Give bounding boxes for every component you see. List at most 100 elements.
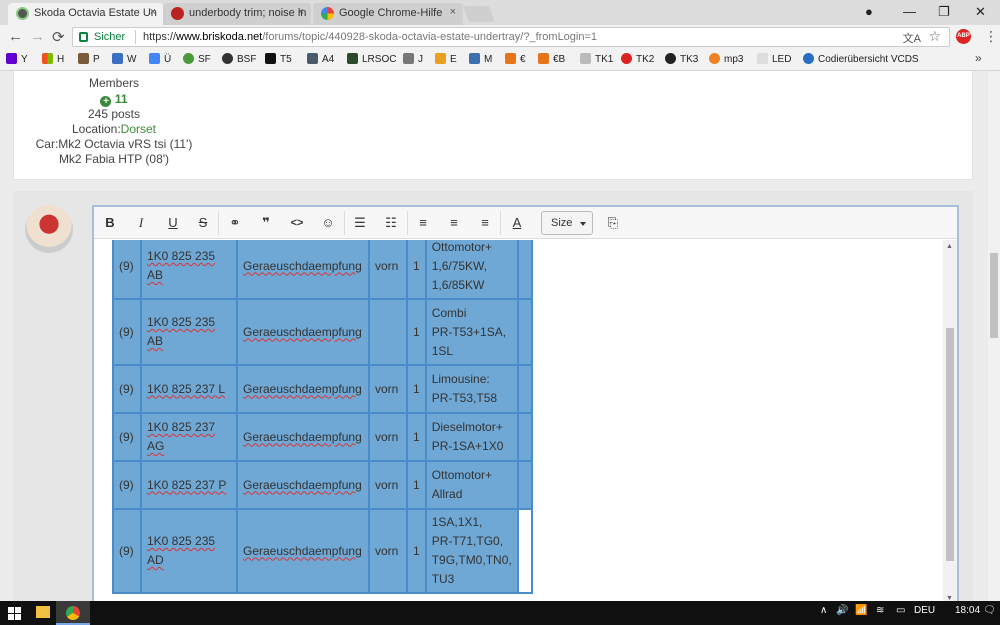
- new-tab-button[interactable]: [463, 6, 495, 22]
- post-count: 245 posts: [87, 107, 141, 121]
- chrome-menu-icon[interactable]: ⋮: [984, 28, 998, 45]
- chrome-icon: [66, 606, 80, 620]
- bookmark-euro[interactable]: €: [505, 53, 526, 65]
- mp3-icon: [709, 53, 720, 64]
- text-color-icon[interactable]: A: [508, 214, 526, 232]
- bookmark-y[interactable]: Y: [6, 53, 28, 65]
- more-bookmarks-button[interactable]: »: [975, 51, 982, 65]
- font-size-label: Size: [551, 217, 573, 229]
- bookmark-star-icon[interactable]: ☆: [928, 28, 941, 45]
- close-window-button[interactable]: ✕: [975, 4, 986, 20]
- power-icon[interactable]: ▭: [896, 605, 905, 616]
- emoji-icon[interactable]: ☺: [319, 214, 337, 232]
- url-text[interactable]: https://www.briskoda.net/forums/topic/44…: [143, 31, 597, 43]
- preview-icon[interactable]: ⎘: [604, 214, 622, 232]
- back-button[interactable]: ←: [8, 28, 23, 45]
- network-icon[interactable]: 📶: [855, 605, 867, 616]
- align-center-icon[interactable]: ≡: [445, 214, 463, 232]
- bookmark-e[interactable]: E: [435, 53, 457, 65]
- bookmark-p[interactable]: P: [78, 53, 100, 65]
- close-tab-icon[interactable]: ×: [150, 6, 156, 18]
- strikethrough-button[interactable]: S: [194, 214, 212, 232]
- position-cell: vorn: [368, 240, 408, 300]
- part-number-cell: 1K0 825 237 L: [140, 364, 238, 414]
- euro-icon: [505, 53, 516, 64]
- tab-chrome-help[interactable]: Google Chrome-Hilfe ×: [313, 3, 463, 25]
- bookmark-t5[interactable]: T5: [265, 53, 292, 65]
- remark-line: PR-T53+1SA,: [431, 324, 507, 339]
- empty-cell: [516, 508, 533, 594]
- car-line-2: Mk2 Fabia HTP (08'): [58, 152, 170, 166]
- bookmark-j[interactable]: J: [403, 53, 423, 65]
- reload-button[interactable]: ⟳: [52, 28, 65, 46]
- restore-button[interactable]: ❐: [938, 4, 950, 20]
- editor-scrollbar[interactable]: ▲ ▼: [943, 240, 957, 601]
- bookmark-led[interactable]: LED: [757, 53, 791, 65]
- bookmark-tk1[interactable]: TK1: [580, 53, 613, 65]
- member-group: Members: [88, 76, 139, 90]
- scrollbar-thumb[interactable]: [990, 253, 998, 338]
- car-line-1: Car:Mk2 Octavia vRS tsi (11'): [35, 137, 193, 151]
- bookmark-m[interactable]: M: [469, 53, 492, 65]
- bookmark-lrsoc[interactable]: LRSOC: [347, 53, 396, 65]
- underline-button[interactable]: U: [164, 214, 182, 232]
- scrollbar-thumb[interactable]: [946, 328, 954, 561]
- chrome-taskbar-button[interactable]: [56, 601, 90, 625]
- editor-content[interactable]: (9) 1K0 825 235 AB Geraeuschdaempfung vorn 1…: [94, 240, 957, 601]
- tray-overflow-icon[interactable]: ∧: [820, 605, 827, 616]
- font-size-dropdown[interactable]: Size: [541, 211, 593, 235]
- bookmark-label: H: [57, 54, 65, 65]
- clock[interactable]: 18:04: [955, 605, 980, 616]
- italic-button[interactable]: I: [132, 214, 150, 232]
- location-label: Location:: [71, 122, 121, 136]
- remark-cell: 1SA,1X1, PR-T71,TG0, T9G,TM0,TN0, TU3: [424, 508, 519, 594]
- page-scrollbar[interactable]: [988, 71, 1000, 601]
- table-row: (9) 1K0 825 237 P Geraeuschdaempfung vorn 1 O…: [112, 460, 533, 510]
- code-icon[interactable]: <>: [288, 214, 306, 232]
- toolbar-separator: [407, 211, 408, 235]
- row-index-cell: (9): [112, 240, 142, 300]
- wifi-icon[interactable]: ≋: [876, 605, 884, 616]
- tk2-icon: [621, 53, 632, 64]
- bookmark-u[interactable]: Ü: [149, 53, 171, 65]
- empty-cell: [516, 298, 533, 366]
- language-indicator[interactable]: DEU: [914, 605, 935, 616]
- bookmark-tk2[interactable]: TK2: [621, 53, 654, 65]
- adblock-plus-icon[interactable]: ABP: [956, 29, 971, 44]
- quote-icon[interactable]: ❞: [257, 214, 275, 232]
- position-cell: vorn: [368, 364, 408, 414]
- scroll-up-icon[interactable]: ▲: [946, 243, 953, 250]
- file-explorer-icon[interactable]: [36, 606, 50, 618]
- close-tab-icon[interactable]: ×: [450, 6, 456, 18]
- bookmark-sf[interactable]: SF: [183, 53, 211, 65]
- forward-button[interactable]: →: [30, 28, 45, 45]
- bold-button[interactable]: B: [101, 214, 119, 232]
- bookmark-tk3[interactable]: TK3: [665, 53, 698, 65]
- bookmark-euro-b[interactable]: €B: [538, 53, 565, 65]
- bookmark-label: mp3: [724, 54, 744, 65]
- numbered-list-icon[interactable]: ☷: [382, 214, 400, 232]
- address-bar[interactable]: Sicher https://www.briskoda.net/forums/t…: [72, 27, 950, 47]
- close-tab-icon[interactable]: ×: [298, 6, 304, 18]
- tab-skoda-octavia[interactable]: Skoda Octavia Estate Un ×: [8, 3, 163, 25]
- bookmark-w[interactable]: W: [112, 53, 136, 65]
- minimize-button[interactable]: —: [903, 4, 916, 19]
- bookmark-e-icon: [435, 53, 446, 64]
- profile-icon[interactable]: ●: [865, 4, 873, 19]
- table-row: (9) 1K0 825 237 AG Geraeuschdaempfung vorn 1…: [112, 412, 533, 462]
- bookmark-a4[interactable]: A4: [307, 53, 334, 65]
- translate-icon[interactable]: 文A: [903, 30, 921, 46]
- align-left-icon[interactable]: ≡: [414, 214, 432, 232]
- volume-icon[interactable]: 🔊: [836, 605, 848, 616]
- bulleted-list-icon[interactable]: ☰: [351, 214, 369, 232]
- windows-start-icon[interactable]: [8, 607, 21, 620]
- tab-underbody-trim[interactable]: underbody trim; noise in ×: [163, 3, 311, 25]
- position-cell: [368, 298, 408, 366]
- align-right-icon[interactable]: ≡: [476, 214, 494, 232]
- bookmark-mp3[interactable]: mp3: [709, 53, 743, 65]
- notifications-icon[interactable]: 🗨: [983, 605, 996, 616]
- link-icon[interactable]: ⚭: [226, 214, 244, 232]
- bookmark-bsf[interactable]: BSF: [222, 53, 256, 65]
- bookmark-codieruebersicht[interactable]: Codierübersicht VCDS: [803, 53, 973, 65]
- bookmark-h[interactable]: H: [42, 53, 64, 65]
